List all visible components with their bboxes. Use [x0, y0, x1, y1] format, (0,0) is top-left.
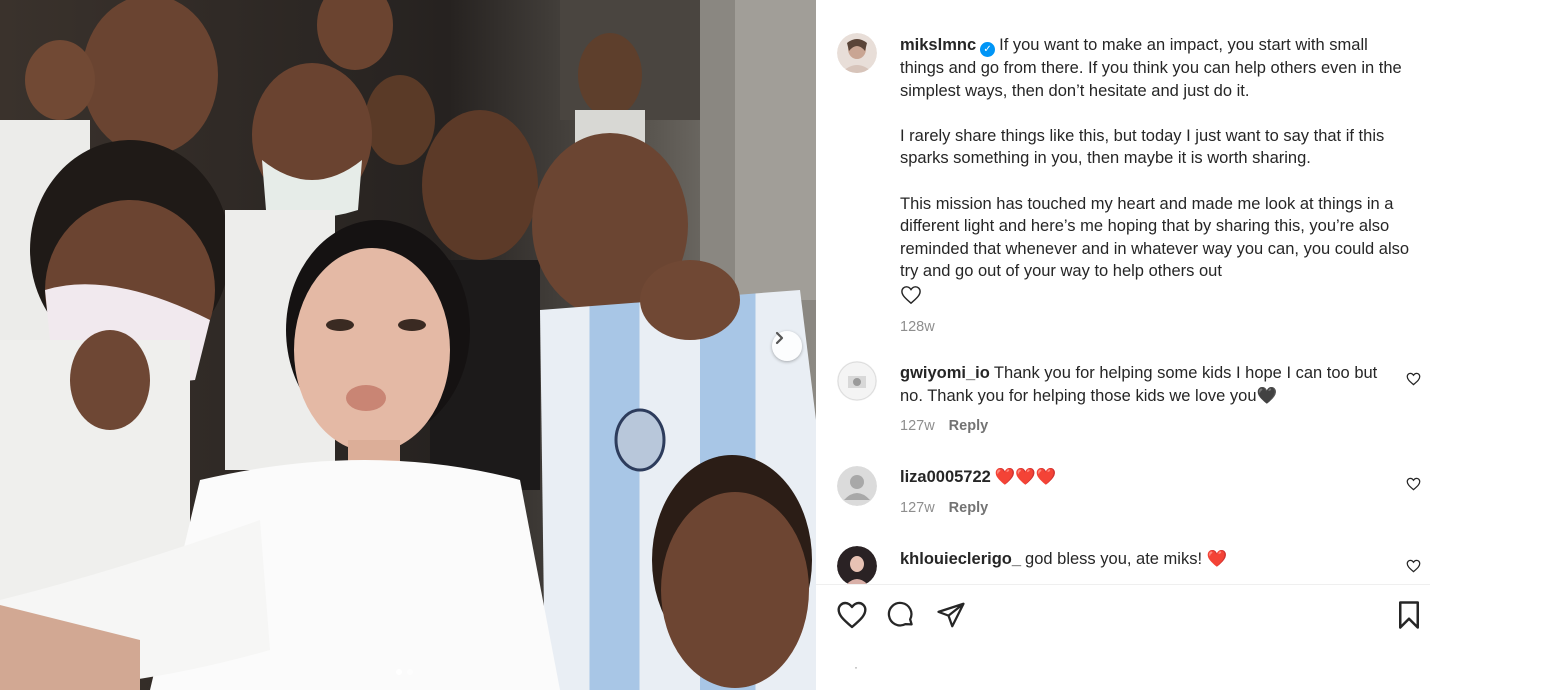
commenter-avatar[interactable] [837, 546, 877, 584]
divider [816, 584, 1430, 585]
photo-illustration [0, 0, 816, 690]
reply-button[interactable]: Reply [949, 418, 989, 434]
comment-time: 127w [900, 499, 935, 516]
heart-icon [836, 601, 868, 634]
reply-button[interactable]: Reply [949, 500, 989, 516]
post-caption: mikslmnc ✓ If you want to make an impact, … [900, 34, 1410, 338]
save-button[interactable] [1394, 600, 1424, 635]
comment-button[interactable] [886, 600, 916, 635]
carousel-dot [407, 669, 413, 675]
verified-badge-icon: ✓ [980, 42, 996, 57]
comment: gwiyomi_io Thank you for helping some kid… [900, 362, 1385, 438]
comment-like-icon[interactable] [1406, 477, 1421, 496]
comment-username[interactable]: liza0005722 [900, 468, 991, 486]
bookmark-icon [1394, 601, 1424, 634]
carousel-dot-active [396, 669, 402, 675]
caption-paragraph: I rarely share things like this, but tod… [900, 126, 1385, 168]
caption-paragraph: mikslmnc ✓ If you want to make an impact, … [900, 34, 1410, 102]
post-photo[interactable] [0, 0, 816, 690]
carousel-next-button[interactable] [772, 331, 802, 361]
carousel-indicator [396, 669, 413, 675]
comment-like-icon[interactable] [1406, 372, 1421, 391]
white-heart-icon [900, 285, 1410, 312]
comment-meta: 127w Reply [900, 497, 1385, 520]
comment-meta: 127w Reply [900, 415, 1385, 438]
comment-like-icon[interactable] [1406, 559, 1421, 578]
post-details-panel: mikslmnc ✓ If you want to make an impact, … [816, 0, 1543, 690]
comment-text: ❤️❤️❤️ [994, 468, 1057, 486]
comment-icon [886, 601, 916, 634]
share-icon [936, 602, 966, 634]
comment-time: 127w [900, 418, 935, 435]
share-button[interactable] [936, 600, 966, 635]
like-button[interactable] [836, 600, 868, 635]
post-timestamp[interactable]: 128w [900, 316, 1410, 339]
author-avatar[interactable] [837, 33, 877, 73]
author-username[interactable]: mikslmnc [900, 36, 976, 54]
commenter-avatar[interactable] [837, 361, 877, 401]
comments-scroll-area[interactable]: mikslmnc ✓ If you want to make an impact, … [816, 0, 1430, 584]
comment-text: god bless you, ate miks! ❤️ [1025, 550, 1228, 568]
comment: khlouieclerigo_ god bless you, ate miks! … [900, 548, 1385, 571]
caption-paragraph: This mission has touched my heart and ma… [900, 194, 1410, 281]
commenter-avatar[interactable] [837, 466, 877, 506]
footer-mark: · [854, 660, 858, 674]
comment: liza0005722 ❤️❤️❤️ 127w Reply [900, 466, 1385, 519]
comment-username[interactable]: gwiyomi_io [900, 364, 990, 382]
comment-username[interactable]: khlouieclerigo_ [900, 550, 1021, 568]
